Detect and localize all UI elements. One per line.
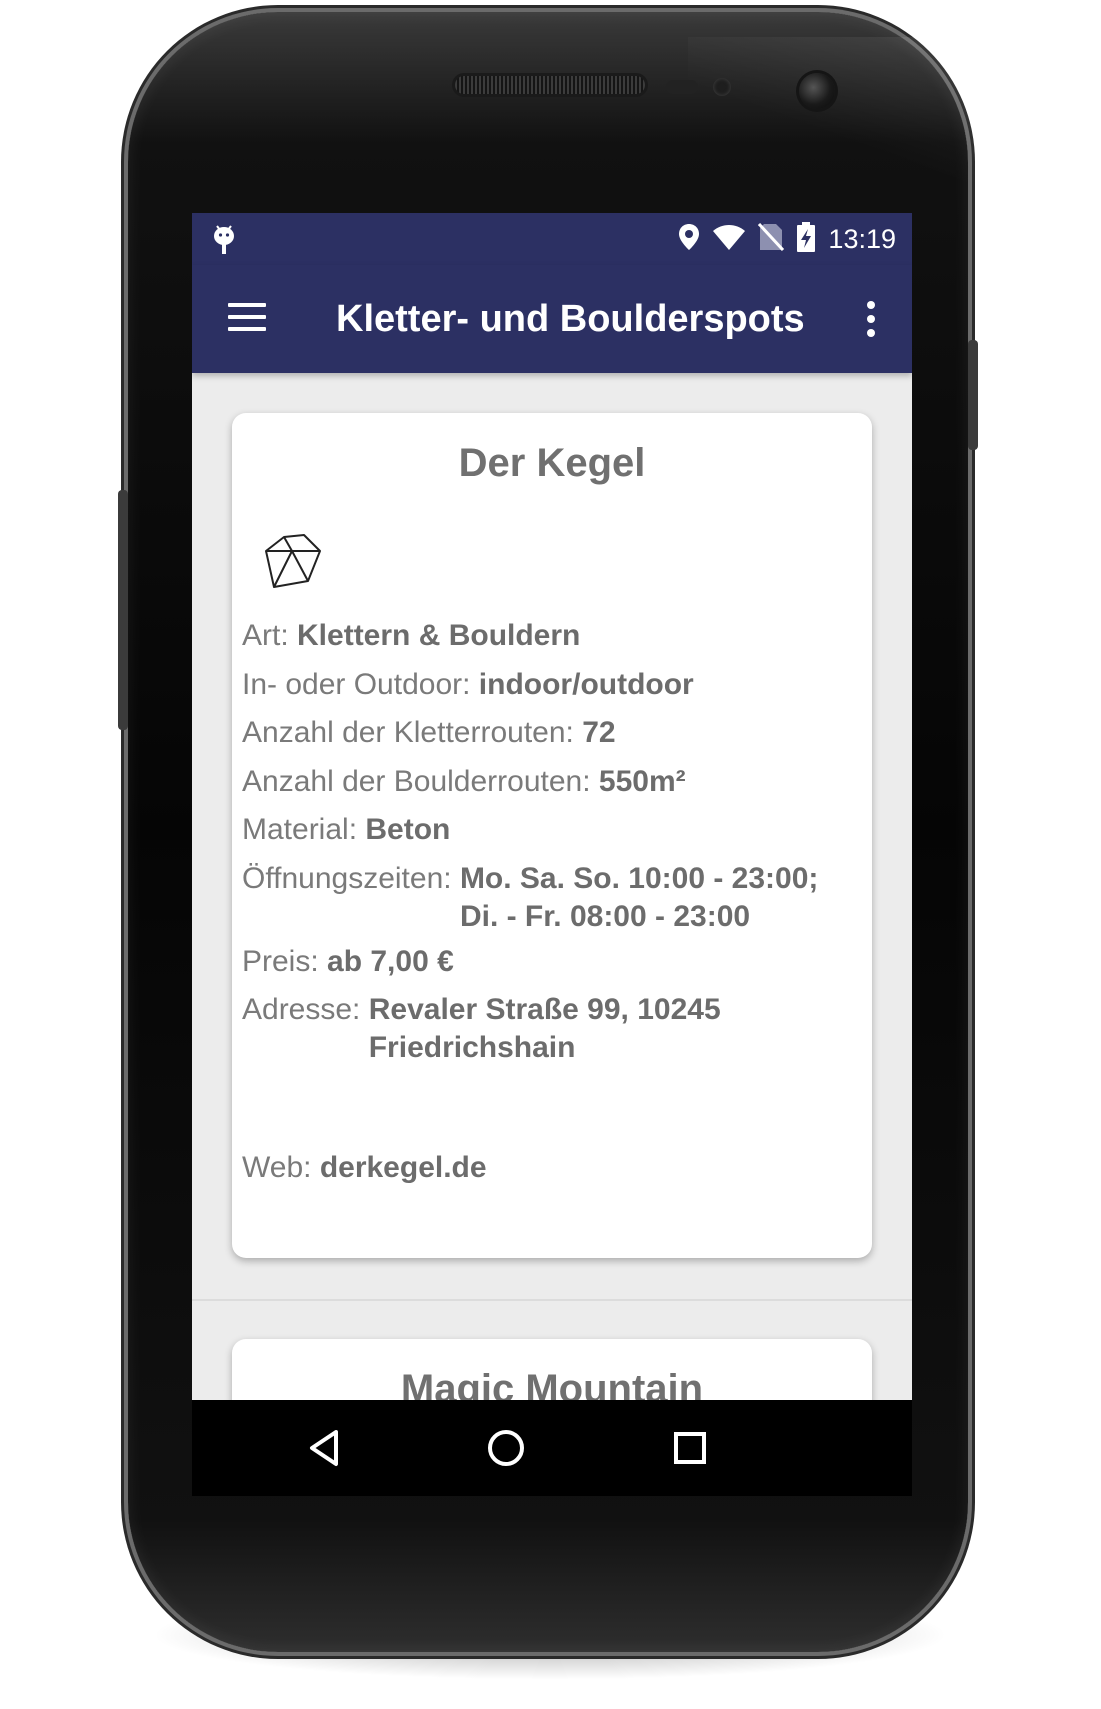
power-button [968,340,978,450]
proximity-sensor [666,80,698,94]
battery-charging-icon [796,221,816,257]
field-value: Revaler Straße 99, 10245 Friedrichshain [369,991,721,1067]
field-label: Web: [242,1151,320,1184]
opening-hours-line: Di. - Fr. 08:00 - 23:00 [459,900,751,933]
field-label: Adresse: [242,993,369,1026]
address-line: Friedrichshain [368,1031,576,1064]
field-value: 72 [582,716,616,749]
volume-button [118,490,128,730]
app-bar: Kletter- und Boulderspots [192,265,912,373]
wifi-icon [712,224,746,255]
field-value: 550m² [598,765,686,798]
field-boulderrouten: Anzahl der Boulderrouten: 550m² [242,763,686,801]
field-material: Material: Beton [242,811,450,849]
back-icon[interactable] [302,1426,346,1470]
page-title: Kletter- und Boulderspots [336,298,805,340]
field-label: Material: [242,813,366,846]
field-kletterrouten: Anzahl der Kletterrouten: 72 [242,714,616,752]
web-link[interactable]: derkegel.de [320,1149,487,1187]
field-label: Preis: [242,945,328,978]
light-sensor [713,78,731,96]
field-in-outdoor: In- oder Outdoor: indoor/outdoor [242,666,694,704]
recents-icon[interactable] [668,1426,712,1470]
field-label: Anzahl der Boulderrouten: [242,765,599,798]
earpiece-speaker [455,76,645,94]
field-value: Klettern & Bouldern [297,619,581,652]
navigation-bar [192,1400,912,1496]
no-sim-icon [758,222,785,256]
location-pin-icon [678,223,700,256]
field-web: Web: derkegel.de [242,1149,487,1187]
opening-hours-line: Mo. Sa. So. 10:00 - 23:00; [459,862,819,895]
field-art: Art: Klettern & Bouldern [242,617,580,655]
front-camera [799,73,835,109]
field-preis: Preis: ab 7,00 € [242,943,454,981]
field-label: Art: [242,619,298,652]
field-value: Mo. Sa. So. 10:00 - 23:00; Di. - Fr. 08:… [460,860,818,936]
status-icons: 13:19 [678,213,896,265]
screen: 13:19 Kletter- und Boulderspots Der Kege… [192,213,912,1493]
list-divider [192,1299,912,1301]
field-label: Anzahl der Kletterrouten: [242,716,583,749]
boulder-rock-icon [262,531,324,593]
spot-card[interactable]: Der Kegel Art: Klettern & Bouldern In- o… [232,413,872,1258]
phone-glare [688,37,1068,207]
field-value: ab 7,00 € [327,945,454,978]
home-icon[interactable] [484,1426,528,1470]
spot-name: Der Kegel [458,441,646,485]
field-label: In- oder Outdoor: [242,668,479,701]
more-vert-icon[interactable] [862,299,882,339]
android-notification-icon [212,224,236,261]
menu-icon[interactable] [228,303,268,335]
field-label: Öffnungszeiten: [242,862,460,895]
field-value: indoor/outdoor [478,668,694,701]
address-line: Revaler Straße 99, 10245 [368,993,721,1026]
field-oeffnungszeiten: Öffnungszeiten: Mo. Sa. So. 10:00 - 23:0… [242,860,818,936]
status-clock: 13:19 [828,223,896,254]
field-adresse: Adresse: Revaler Straße 99, 10245 Friedr… [242,991,721,1067]
status-bar: 13:19 [192,213,912,265]
field-value: Beton [365,813,451,846]
